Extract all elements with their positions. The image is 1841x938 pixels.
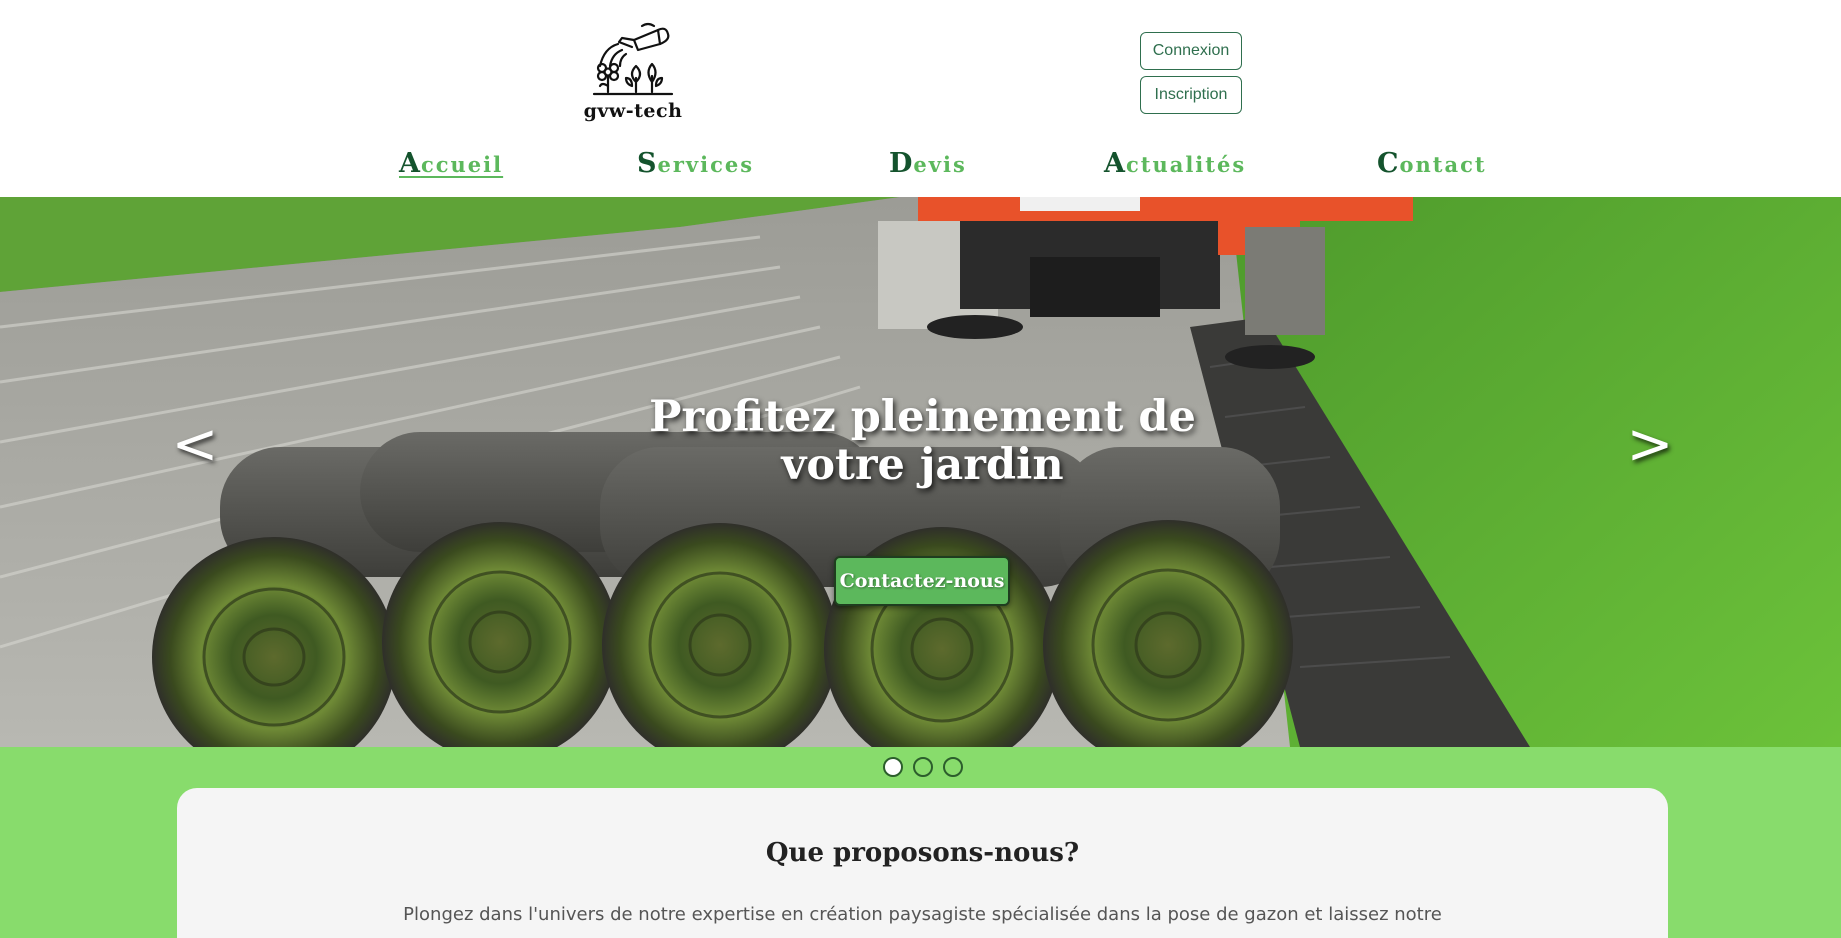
signup-button[interactable]: Inscription [1140,76,1242,114]
carousel-dot-3[interactable] [943,757,963,777]
carousel-prev-arrow[interactable]: < [170,415,220,475]
nav-item-services[interactable]: Services [637,148,754,179]
nav-item-label: ctualités [1125,152,1247,177]
nav-item-label: ccueil [420,152,504,177]
hero-carousel: < > Profitez pleinement de votre jardin … [0,197,1841,747]
contact-us-button[interactable]: Contactez-nous [834,556,1010,606]
nav-item-label: ervices [657,152,755,177]
main-nav: Accueil Services Devis Actualités Contac… [0,148,1841,182]
hero-title-line2: votre jardin [781,440,1064,490]
hero-title: Profitez pleinement de votre jardin [560,393,1285,489]
nav-item-initial: C [1377,148,1400,179]
nav-item-devis[interactable]: Devis [889,148,967,179]
logo[interactable]: gvw-tech [578,20,688,124]
section-title: Que proposons-nous? [765,838,1080,868]
nav-item-initial: A [1104,148,1126,179]
nav-item-actualites[interactable]: Actualités [1104,148,1246,179]
watering-can-plants-icon [592,22,674,96]
carousel-dot-2[interactable] [913,757,933,777]
section-text: Plongez dans l'univers de notre expertis… [403,904,1442,925]
nav-item-initial: S [637,148,658,179]
auth-buttons: Connexion Inscription [1140,32,1242,120]
nav-item-accueil[interactable]: Accueil [399,148,503,179]
carousel-dot-1[interactable] [883,757,903,777]
carousel-next-arrow[interactable]: > [1625,415,1675,475]
brand-name: gvw-tech [583,100,683,122]
nav-item-initial: D [889,148,914,179]
hero-title-line1: Profitez pleinement de [649,392,1196,442]
nav-item-label: ontact [1399,152,1487,177]
login-button[interactable]: Connexion [1140,32,1242,70]
nav-item-initial: A [399,148,421,179]
nav-item-contact[interactable]: Contact [1377,148,1487,179]
site-header: gvw-tech Connexion Inscription Accueil S… [0,0,1841,197]
services-intro-card: Que proposons-nous? Plongez dans l'unive… [177,788,1668,938]
nav-item-label: evis [913,152,967,177]
